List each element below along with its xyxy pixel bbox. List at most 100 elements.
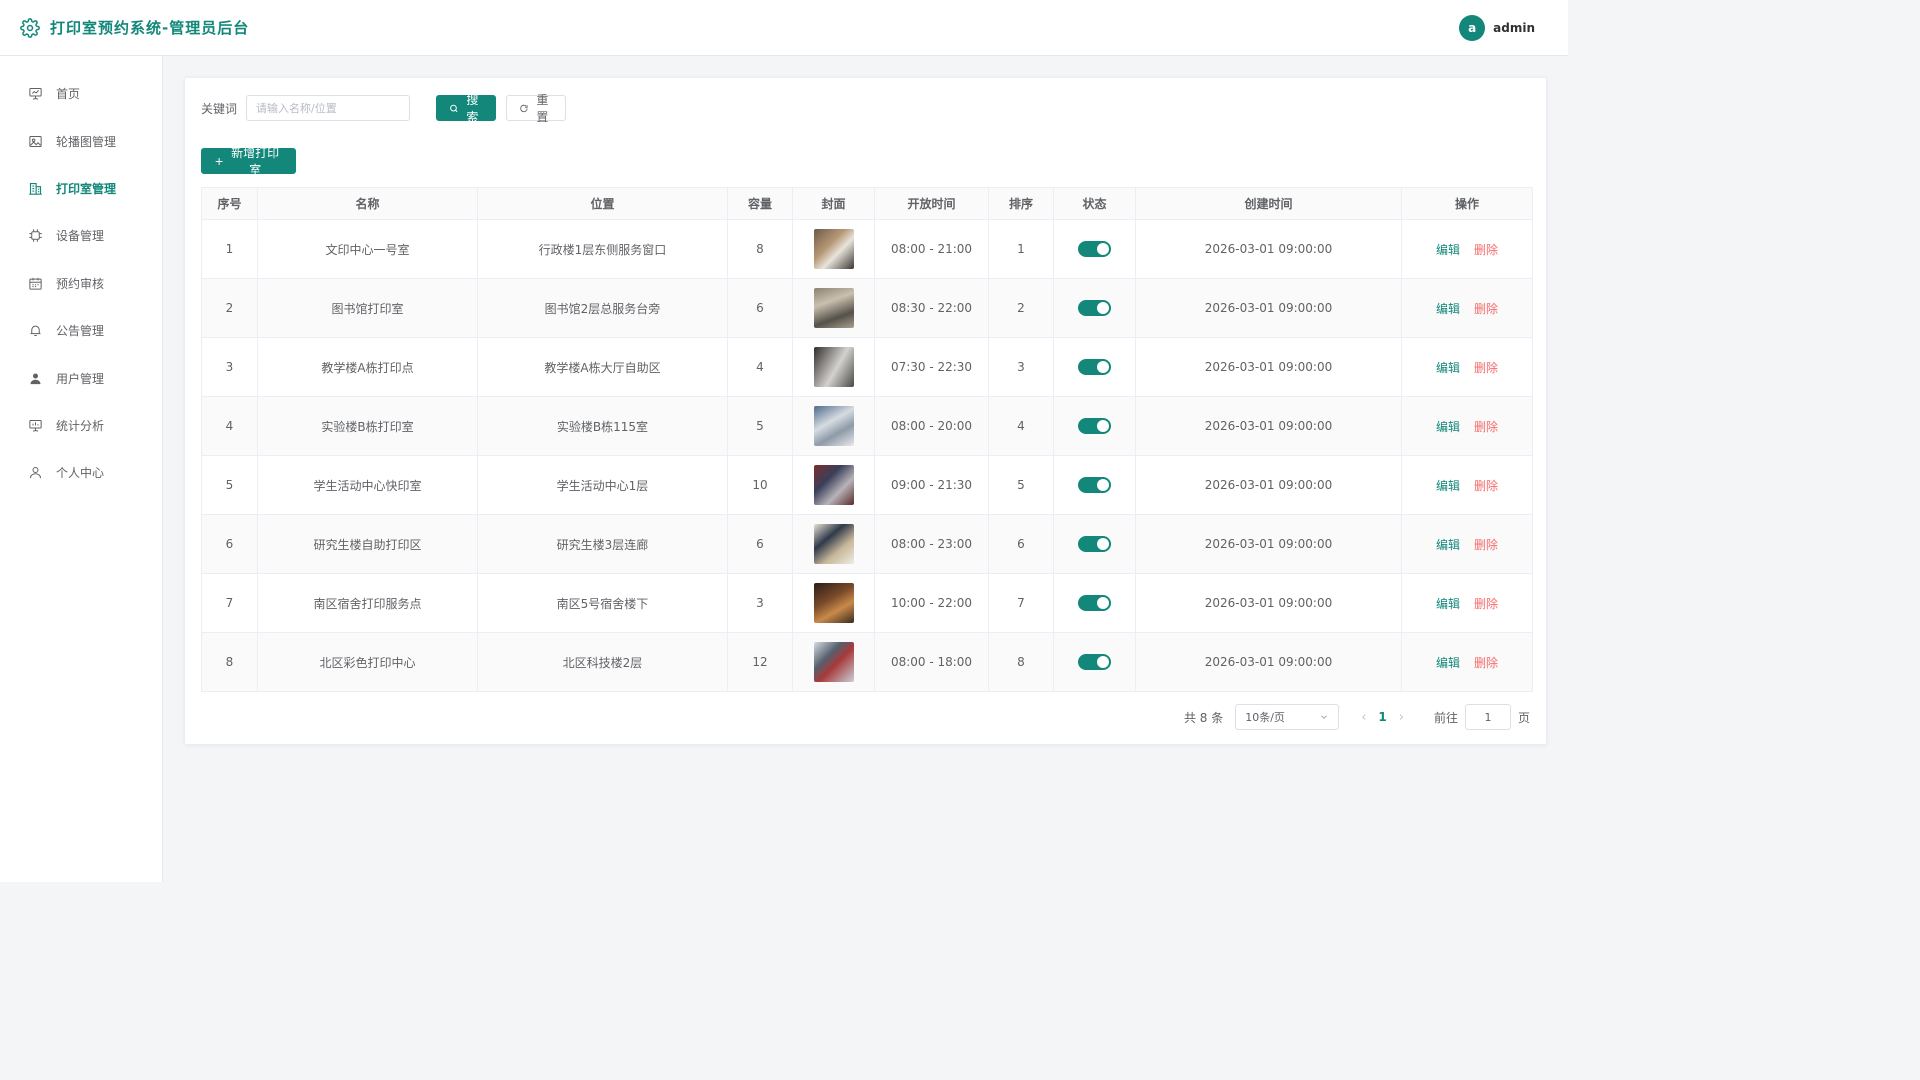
cover-thumbnail[interactable] <box>813 642 854 682</box>
cell-cover <box>792 514 875 574</box>
status-toggle[interactable] <box>1078 241 1111 257</box>
sidebar-item-label: 设备管理 <box>56 229 105 244</box>
delete-link[interactable]: 删除 <box>1474 538 1498 552</box>
sidebar-item-users[interactable]: 用户管理 <box>0 354 162 401</box>
edit-link[interactable]: 编辑 <box>1436 361 1460 375</box>
avatar[interactable]: a <box>1459 14 1486 41</box>
cell-created: 2026-03-01 09:00:00 <box>1135 632 1402 692</box>
cell-capacity: 6 <box>727 514 793 574</box>
status-toggle[interactable] <box>1078 536 1111 552</box>
cover-thumbnail[interactable] <box>813 465 854 505</box>
cell-capacity: 10 <box>727 455 793 515</box>
cover-thumbnail[interactable] <box>813 288 854 328</box>
delete-link[interactable]: 删除 <box>1474 479 1498 493</box>
add-print-room-button[interactable]: 新增打印室 <box>201 146 296 177</box>
table-header-row: 序号 名称 位置 容量 封面 开放时间 排序 状态 创建时间 操作 <box>201 187 1533 220</box>
cell-actions: 编辑 删除 <box>1401 219 1533 279</box>
goto-page-input[interactable] <box>1464 704 1511 730</box>
cover-thumbnail[interactable] <box>813 406 854 446</box>
cell-hours: 08:30 - 22:00 <box>874 278 989 338</box>
sidebar-item-home[interactable]: 首页 <box>0 70 162 117</box>
cell-status <box>1053 278 1136 338</box>
cell-index: 5 <box>201 455 258 515</box>
keyword-input[interactable] <box>246 95 411 121</box>
column-header-status: 状态 <box>1053 187 1136 220</box>
image-icon <box>29 135 42 147</box>
cell-created: 2026-03-01 09:00:00 <box>1135 455 1402 515</box>
edit-link[interactable]: 编辑 <box>1436 538 1460 552</box>
cell-index: 3 <box>201 337 258 397</box>
delete-link[interactable]: 删除 <box>1474 420 1498 434</box>
cover-thumbnail[interactable] <box>813 583 854 623</box>
page-size-select[interactable]: 10条/页 <box>1235 704 1340 730</box>
page-number-current[interactable]: 1 <box>1378 710 1386 724</box>
sidebar-item-profile[interactable]: 个人中心 <box>0 449 162 496</box>
cell-sort: 2 <box>988 278 1054 338</box>
sidebar-item-reservation-review[interactable]: 预约审核 <box>0 260 162 307</box>
cell-created: 2026-03-01 09:00:00 <box>1135 573 1402 633</box>
sidebar-item-devices[interactable]: 设备管理 <box>0 212 162 259</box>
edit-link[interactable]: 编辑 <box>1436 597 1460 611</box>
content-card: 关键词 搜索 重置 新增打印室 序号 名称 位置 <box>184 77 1547 745</box>
cell-actions: 编辑 删除 <box>1401 278 1533 338</box>
sidebar-item-carousel[interactable]: 轮播图管理 <box>0 117 162 164</box>
cover-thumbnail[interactable] <box>813 347 854 387</box>
status-toggle[interactable] <box>1078 477 1111 493</box>
user-menu[interactable]: a admin <box>1459 14 1548 41</box>
delete-link[interactable]: 删除 <box>1474 302 1498 316</box>
sidebar-item-statistics[interactable]: 统计分析 <box>0 402 162 449</box>
delete-link[interactable]: 删除 <box>1474 361 1498 375</box>
edit-link[interactable]: 编辑 <box>1436 656 1460 670</box>
search-button-label: 搜索 <box>466 93 479 124</box>
cell-created: 2026-03-01 09:00:00 <box>1135 337 1402 397</box>
status-toggle[interactable] <box>1078 595 1111 611</box>
table-row: 7 南区宿舍打印服务点 南区5号宿舍楼下 3 10:00 - 22:00 7 2026-03… <box>201 573 1533 633</box>
cell-actions: 编辑 删除 <box>1401 573 1533 633</box>
cell-sort: 8 <box>988 632 1054 692</box>
sidebar-item-print-rooms[interactable]: 打印室管理 <box>0 165 162 212</box>
delete-link[interactable]: 删除 <box>1474 243 1498 257</box>
edit-link[interactable]: 编辑 <box>1436 479 1460 493</box>
cell-name: 学生活动中心快印室 <box>257 455 478 515</box>
cell-index: 8 <box>201 632 258 692</box>
cover-thumbnail[interactable] <box>813 229 854 269</box>
cell-status <box>1053 573 1136 633</box>
search-button[interactable]: 搜索 <box>436 93 497 124</box>
page-size-value: 10条/页 <box>1245 711 1285 724</box>
cell-actions: 编辑 删除 <box>1401 455 1533 515</box>
cell-actions: 编辑 删除 <box>1401 514 1533 574</box>
chevron-down-icon <box>1321 715 1328 719</box>
cell-status <box>1053 632 1136 692</box>
table-body: 1 文印中心一号室 行政楼1层东侧服务窗口 8 08:00 - 21:00 1 2026-0… <box>201 219 1533 692</box>
cell-sort: 6 <box>988 514 1054 574</box>
print-room-table: 序号 名称 位置 容量 封面 开放时间 排序 状态 创建时间 操作 1 文印中心一… <box>201 187 1533 692</box>
cell-sort: 5 <box>988 455 1054 515</box>
status-toggle[interactable] <box>1078 654 1111 670</box>
page-unit-label: 页 <box>1517 710 1530 725</box>
cell-location: 图书馆2层总服务台旁 <box>477 278 728 338</box>
cell-name: 实验楼B栋打印室 <box>257 396 478 456</box>
prev-page-icon[interactable]: ‹ <box>1361 710 1366 725</box>
cell-status <box>1053 455 1136 515</box>
username[interactable]: admin <box>1493 21 1535 35</box>
reset-button[interactable]: 重置 <box>506 93 567 124</box>
cell-cover <box>792 337 875 397</box>
status-toggle[interactable] <box>1078 359 1111 375</box>
edit-link[interactable]: 编辑 <box>1436 420 1460 434</box>
table-row: 5 学生活动中心快印室 学生活动中心1层 10 09:00 - 21:30 5 2026-0… <box>201 455 1533 515</box>
status-toggle[interactable] <box>1078 300 1111 316</box>
status-toggle[interactable] <box>1078 418 1111 434</box>
edit-link[interactable]: 编辑 <box>1436 243 1460 257</box>
cover-thumbnail[interactable] <box>813 524 854 564</box>
cell-actions: 编辑 删除 <box>1401 632 1533 692</box>
chip-icon <box>29 229 42 243</box>
cell-location: 教学楼A栋大厅自助区 <box>477 337 728 397</box>
brand: 打印室预约系统-管理员后台 <box>20 17 249 38</box>
top-header: 打印室预约系统-管理员后台 a admin <box>0 0 1568 56</box>
cell-cover <box>792 632 875 692</box>
delete-link[interactable]: 删除 <box>1474 597 1498 611</box>
edit-link[interactable]: 编辑 <box>1436 302 1460 316</box>
delete-link[interactable]: 删除 <box>1474 656 1498 670</box>
sidebar-item-announcements[interactable]: 公告管理 <box>0 307 162 354</box>
next-page-icon[interactable]: › <box>1399 710 1404 725</box>
